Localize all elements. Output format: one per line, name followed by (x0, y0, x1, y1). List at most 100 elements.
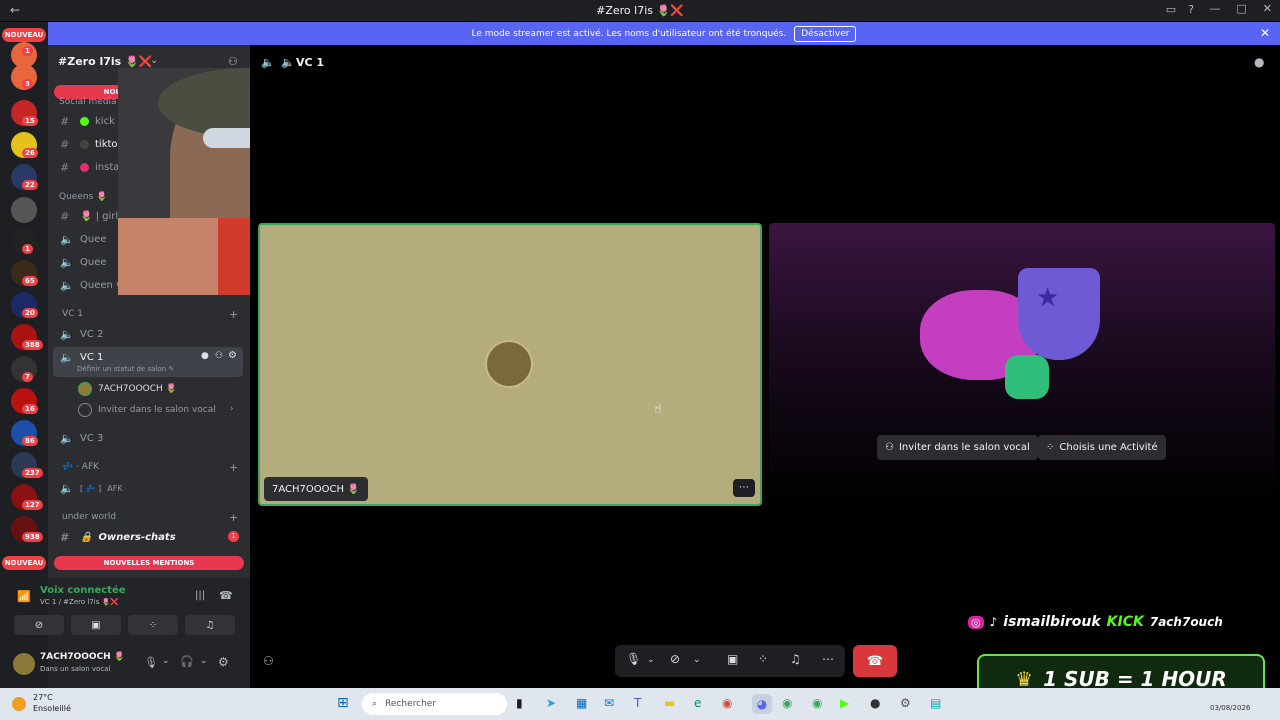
channel-tiktok[interactable]: # tiktok (60, 138, 123, 151)
trophy-icon (1018, 268, 1100, 360)
edge-icon[interactable]: e (694, 696, 701, 710)
disconnect-icon[interactable]: ☎ (219, 589, 233, 602)
telegram-icon[interactable]: ➤ (546, 696, 556, 710)
taskbar-date[interactable]: 03/08/2026 (1210, 704, 1250, 712)
channel-queens-2[interactable]: 🔈 Quee (60, 233, 107, 246)
category-afk[interactable]: 💤 · AFK (62, 462, 99, 472)
disable-streamer-button[interactable]: Désactiver (794, 25, 857, 42)
microphone-icon[interactable]: 🎙 (626, 652, 641, 666)
category-queens[interactable]: Queens 🌷 (59, 192, 107, 202)
new-badge-top[interactable]: NOUVEAU (2, 28, 46, 42)
close-button[interactable]: ✕ (1263, 2, 1272, 15)
more-options-icon[interactable]: ⋯ (733, 479, 755, 497)
minimize-button[interactable]: — (1209, 2, 1220, 15)
channel-kick[interactable]: # kick (60, 115, 115, 128)
signal-icon[interactable]: 📶 (17, 590, 31, 603)
microphone-icon[interactable]: 🎙 (144, 656, 158, 669)
chrome-icon[interactable]: ◉ (722, 696, 732, 710)
camera-off-icon[interactable]: ⊘ (670, 652, 680, 666)
inbox-icon[interactable]: ▭ (1166, 3, 1176, 16)
chevron-down-icon[interactable]: ⌄ (647, 655, 655, 665)
screen-share-icon[interactable]: ▣ (727, 652, 738, 666)
avatar[interactable] (13, 653, 35, 675)
voice-member-name[interactable]: 7ACH7OOOCH 🌷 (98, 384, 177, 394)
add-channel-icon[interactable]: + (229, 461, 238, 474)
gear-icon[interactable]: ⚙ (228, 350, 237, 361)
gear-icon[interactable]: ⚙ (218, 655, 229, 669)
chat-bubble-icon[interactable]: ● (201, 351, 209, 361)
avatar[interactable] (78, 382, 92, 396)
help-icon[interactable]: ? (1188, 3, 1194, 16)
add-channel-icon[interactable]: + (229, 308, 238, 321)
hang-up-button[interactable]: ☎ (853, 645, 897, 677)
chevron-down-icon[interactable]: ⌄ (200, 656, 208, 666)
invite-to-voice-link[interactable]: Inviter dans le salon vocal (98, 405, 216, 415)
settings-gear-icon[interactable]: ⚙ (900, 696, 911, 710)
new-badge-bottom[interactable]: NOUVEAU (2, 556, 46, 570)
choose-activity-button[interactable]: ⁘ Choisis une Activité (1038, 435, 1166, 460)
new-mentions-bar-bottom[interactable]: NOUVELLES MENTIONS (54, 556, 244, 570)
soundboard-icon[interactable]: ♫ (790, 652, 801, 666)
windows-start-icon[interactable]: ⊞ (337, 695, 349, 711)
add-channel-icon[interactable]: + (229, 511, 238, 524)
category-social-media[interactable]: Social media (59, 97, 117, 107)
outlook-icon[interactable]: ✉ (604, 696, 614, 710)
mention-count-badge: 1 (228, 531, 239, 542)
chevron-down-icon[interactable]: ⌄ (150, 55, 158, 66)
instagram-icon: ◎ (968, 615, 984, 629)
channel-queens-girl[interactable]: # 🌷 | girl (60, 210, 118, 223)
add-user-icon[interactable]: ⚇ (263, 654, 274, 668)
invite-voice-button[interactable]: ⚇ Inviter dans le salon vocal (877, 435, 1038, 460)
channel-vc1[interactable]: 🔈 VC 1 (60, 351, 103, 364)
channel-afk[interactable]: 🔈 [ 💤 ] AFK (60, 482, 123, 495)
app-icon[interactable]: ▦ (576, 696, 587, 710)
set-channel-status[interactable]: Définir un statut de salon ✎ (77, 365, 174, 373)
chrome-icon[interactable]: ◉ (812, 696, 822, 710)
windows-taskbar: 27°C Ensoleillé ⊞ ⌕ Rechercher ▮ ➤ ▦ ✉ T… (0, 688, 1280, 720)
chat-bubble-icon[interactable]: ● (1254, 55, 1264, 69)
category-vc1[interactable]: VC 1 (62, 309, 83, 319)
camera-off-button[interactable]: ⊘ (14, 615, 64, 635)
phone-hangup-icon: ☎ (866, 653, 884, 669)
chrome-icon[interactable]: ◉ (782, 696, 792, 710)
server-icon[interactable] (11, 197, 37, 223)
soundboard-button[interactable]: ♫ (185, 615, 235, 635)
terminal-icon[interactable]: ▶ (840, 696, 849, 710)
soundboard-icon[interactable]: ||| (195, 590, 205, 601)
maximize-button[interactable]: □ (1236, 2, 1246, 15)
teams-icon[interactable]: T (634, 696, 641, 710)
chevron-down-icon[interactable]: ⌄ (693, 655, 701, 665)
channel-vc3[interactable]: 🔈 VC 3 (60, 432, 103, 445)
more-options-icon[interactable]: ⋯ (822, 652, 834, 666)
server-badge: 388 (22, 340, 43, 350)
server-name[interactable]: #Zero l7is 🌷❌ (58, 55, 152, 68)
speaker-icon: 🔈 (60, 351, 74, 364)
weather-sun-icon[interactable] (12, 697, 26, 711)
channel-owners-chats[interactable]: # 🔒 Owners-chats (60, 531, 176, 544)
taskbar-search[interactable]: ⌕ Rechercher (362, 693, 507, 715)
activities-button[interactable]: ⁘ (128, 615, 178, 635)
obs-icon[interactable]: ● (870, 696, 880, 710)
back-arrow-icon[interactable]: ← (10, 3, 20, 17)
channel-queens-4[interactable]: 🔈 Queen v (60, 279, 122, 292)
channel-vc2[interactable]: 🔈 VC 2 (60, 328, 103, 341)
server-badge: 22 (22, 180, 38, 190)
channel-queens-3[interactable]: 🔈 Quee (60, 256, 107, 269)
chevron-down-icon[interactable]: ⌄ (162, 656, 170, 666)
invite-icon[interactable]: ⚇ (215, 351, 223, 361)
close-banner-icon[interactable]: ✕ (1260, 26, 1270, 40)
file-explorer-icon[interactable]: ▬ (664, 696, 675, 710)
server-badge: 20 (22, 308, 38, 318)
activities-icon[interactable]: ⁘ (758, 652, 768, 666)
discord-icon[interactable]: ◕ (752, 694, 772, 714)
headphones-icon[interactable]: 🎧 (180, 655, 194, 668)
screen-share-button[interactable]: ▣ (71, 615, 121, 635)
user-name[interactable]: 7ACH7OOOCH 🌷 (40, 652, 125, 662)
category-underworld[interactable]: under world (62, 512, 116, 522)
voice-channel-path[interactable]: VC 1 / #Zero l7is 🌷❌ (40, 598, 119, 606)
camera-off-icon: ⊘ (34, 619, 44, 631)
app-icon[interactable]: ▤ (930, 696, 941, 710)
add-member-icon[interactable]: ⚇ (228, 55, 238, 68)
temperature[interactable]: 27°C (33, 693, 53, 702)
task-view-icon[interactable]: ▮ (516, 696, 523, 710)
